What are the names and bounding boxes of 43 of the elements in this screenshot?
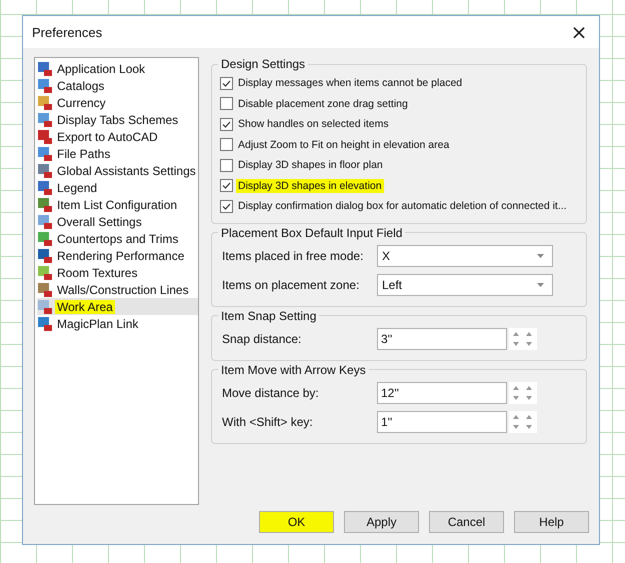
dialog-button[interactable]: Cancel — [429, 511, 504, 533]
option-label: Show handles on selected items — [237, 117, 390, 132]
field-label: Items on placement zone: — [221, 278, 360, 292]
category-item[interactable]: MagicPlan Link — [37, 315, 198, 332]
field-label: Snap distance: — [221, 332, 302, 346]
option-label: Display 3D shapes in floor plan — [237, 158, 384, 172]
close-button[interactable]: × — [559, 17, 599, 47]
input-field[interactable]: 3'' — [377, 328, 507, 350]
dropdown[interactable]: X — [377, 245, 553, 267]
category-item[interactable]: Item List Configuration — [37, 196, 198, 213]
dialog-button[interactable]: Help — [514, 511, 589, 533]
input-field[interactable]: 12'' — [377, 382, 507, 404]
category-item[interactable]: Rendering Performance — [37, 247, 198, 264]
category-item[interactable]: Overall Settings — [37, 213, 198, 230]
field-label: Items placed in free mode: — [221, 249, 364, 263]
group-title: Placement Box Default Input Field — [220, 226, 404, 240]
option-label: Adjust Zoom to Fit on height in elevation area — [237, 138, 450, 152]
dialog-button[interactable]: Apply — [344, 511, 419, 533]
category-item[interactable]: Currency — [37, 94, 198, 111]
category-item[interactable]: Countertops and Trims — [37, 230, 198, 247]
category-item[interactable]: Display Tabs Schemes — [37, 111, 198, 128]
category-item[interactable]: Export to AutoCAD — [37, 128, 198, 145]
category-item[interactable]: Catalogs — [37, 77, 198, 94]
group-title: Item Snap Setting — [220, 308, 318, 322]
option-label: Display confirmation dialog box for automatic deletion of connected it... — [237, 199, 568, 214]
input-field[interactable]: 1'' — [377, 411, 507, 433]
option-label: Display 3D shapes in elevation — [236, 178, 384, 193]
category-item[interactable]: File Paths — [37, 145, 198, 162]
dropdown[interactable]: Left — [377, 274, 553, 296]
category-item[interactable]: Global Assistants Settings — [37, 162, 198, 179]
field-label: Move distance by: — [221, 386, 320, 400]
option-label: Display messages when items cannot be placed — [237, 76, 464, 90]
group-title: Design Settings — [220, 57, 306, 71]
option-label: Disable placement zone drag setting — [237, 96, 409, 111]
dialog-button[interactable]: OK — [259, 511, 334, 533]
group-title: Item Move with Arrow Keys — [220, 362, 367, 376]
category-item[interactable]: Work Area — [37, 298, 198, 315]
field-label: With <Shift> key: — [221, 415, 314, 429]
window-title: Preferences — [32, 24, 102, 40]
category-item[interactable]: Legend — [37, 179, 198, 196]
category-item[interactable]: Walls/Construction Lines — [37, 281, 198, 298]
category-item[interactable]: Room Textures — [37, 264, 198, 281]
category-item[interactable]: Application Look — [37, 60, 198, 77]
